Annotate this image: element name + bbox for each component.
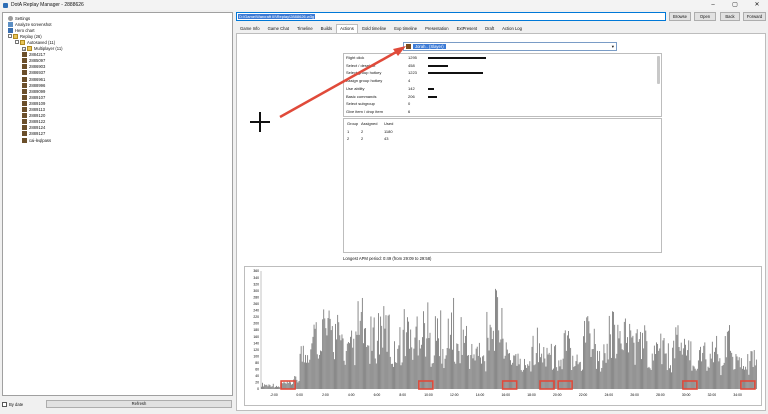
annotation-arrow-icon (279, 46, 406, 119)
